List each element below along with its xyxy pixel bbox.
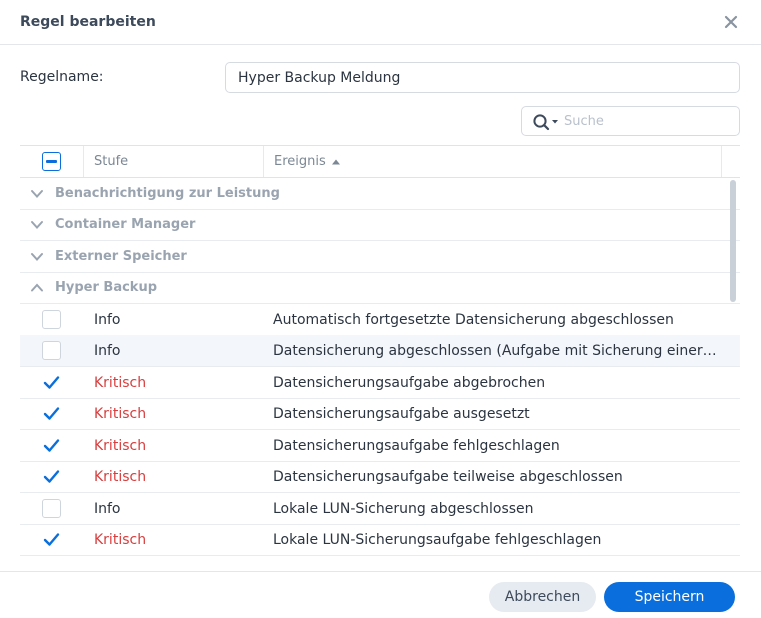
row-event: Datensicherungsaufgabe ausgesetzt: [273, 406, 530, 422]
sort-ascending-icon: [332, 159, 340, 165]
row-checkbox[interactable]: [42, 499, 61, 518]
table-row[interactable]: Kritisch Datensicherungsaufgabe abgebroc…: [20, 367, 740, 399]
checkmark-icon: [43, 470, 60, 483]
search-field[interactable]: [521, 106, 740, 136]
row-level: Kritisch: [94, 406, 147, 422]
select-all-checkbox[interactable]: [42, 152, 61, 171]
row-level: Info: [94, 343, 121, 359]
row-checkbox[interactable]: [42, 341, 61, 360]
checkmark-icon: [43, 533, 60, 546]
rule-name-input[interactable]: [225, 62, 740, 93]
table-scrollbar[interactable]: [730, 180, 736, 302]
select-all-column: [20, 146, 84, 177]
close-icon[interactable]: [722, 13, 740, 31]
column-level-label: Stufe: [94, 154, 129, 169]
row-event: Datensicherungsaufgabe fehlgeschlagen: [273, 438, 560, 454]
group-row-performance[interactable]: Benachrichtigung zur Leistung: [20, 178, 740, 210]
rule-name-label: Regelname:: [20, 69, 104, 85]
row-event: Datensicherungsaufgabe abgebrochen: [273, 375, 546, 391]
table-row[interactable]: Info Lokale LUN-Sicherung abgeschlossen: [20, 493, 740, 525]
chevron-up-icon[interactable]: [30, 282, 44, 294]
row-checkbox[interactable]: [42, 530, 61, 549]
chevron-down-icon[interactable]: [30, 251, 44, 263]
cancel-button[interactable]: Abbrechen: [489, 582, 596, 612]
save-button[interactable]: Speichern: [604, 582, 735, 612]
column-header-event[interactable]: Ereignis: [264, 146, 722, 177]
search-icon[interactable]: [532, 113, 562, 131]
table-row[interactable]: Info Datensicherung abgeschlossen (Aufga…: [20, 335, 740, 367]
row-level: Info: [94, 312, 121, 328]
group-row-hyper-backup[interactable]: Hyper Backup: [20, 272, 740, 304]
table-row[interactable]: Kritisch Datensicherungsaufgabe ausgeset…: [20, 398, 740, 430]
row-checkbox[interactable]: [42, 310, 61, 329]
row-event: Datensicherung abgeschlossen (Aufgabe mi…: [273, 343, 717, 359]
row-checkbox[interactable]: [42, 404, 61, 423]
row-level: Kritisch: [94, 375, 147, 391]
table-row[interactable]: Kritisch Datensicherungsaufgabe fehlgesc…: [20, 430, 740, 462]
group-row-container-manager[interactable]: Container Manager: [20, 209, 740, 241]
row-event: Automatisch fortgesetzte Datensicherung …: [273, 312, 674, 328]
table-row[interactable]: Kritisch Lokale LUN-Sicherungsaufgabe fe…: [20, 524, 740, 556]
table-row[interactable]: Info Automatisch fortgesetzte Datensiche…: [20, 304, 740, 336]
table-row[interactable]: Kritisch Datensicherungsaufgabe teilweis…: [20, 461, 740, 493]
chevron-down-icon[interactable]: [30, 188, 44, 200]
row-event: Datensicherungsaufgabe teilweise abgesch…: [273, 469, 623, 485]
dialog-title: Regel bearbeiten: [20, 14, 156, 30]
row-level: Kritisch: [94, 438, 147, 454]
row-checkbox[interactable]: [42, 436, 61, 455]
group-label: Hyper Backup: [55, 280, 158, 295]
checkmark-icon: [43, 407, 60, 420]
group-label: Externer Speicher: [55, 249, 187, 264]
group-label: Benachrichtigung zur Leistung: [55, 186, 280, 201]
row-checkbox[interactable]: [42, 467, 61, 486]
row-level: Info: [94, 501, 121, 517]
chevron-down-icon[interactable]: [30, 219, 44, 231]
checkmark-icon: [43, 376, 60, 389]
events-table: Stufe Ereignis Benachrichtigung zur Leis…: [20, 145, 740, 557]
dialog-header: Regel bearbeiten: [0, 0, 761, 45]
column-event-label: Ereignis: [274, 154, 326, 169]
row-event: Lokale LUN-Sicherung abgeschlossen: [273, 501, 534, 517]
group-label: Container Manager: [55, 217, 196, 232]
table-header: Stufe Ereignis: [20, 145, 740, 178]
row-level: Kritisch: [94, 532, 147, 548]
checkmark-icon: [43, 439, 60, 452]
edit-rule-dialog: Regel bearbeiten Regelname: Stufe Ereign…: [0, 0, 761, 618]
row-level: Kritisch: [94, 469, 147, 485]
row-checkbox[interactable]: [42, 373, 61, 392]
search-input[interactable]: [564, 111, 734, 131]
group-row-external-storage[interactable]: Externer Speicher: [20, 241, 740, 273]
column-header-level[interactable]: Stufe: [84, 146, 264, 177]
row-event: Lokale LUN-Sicherungsaufgabe fehlgeschla…: [273, 532, 602, 548]
